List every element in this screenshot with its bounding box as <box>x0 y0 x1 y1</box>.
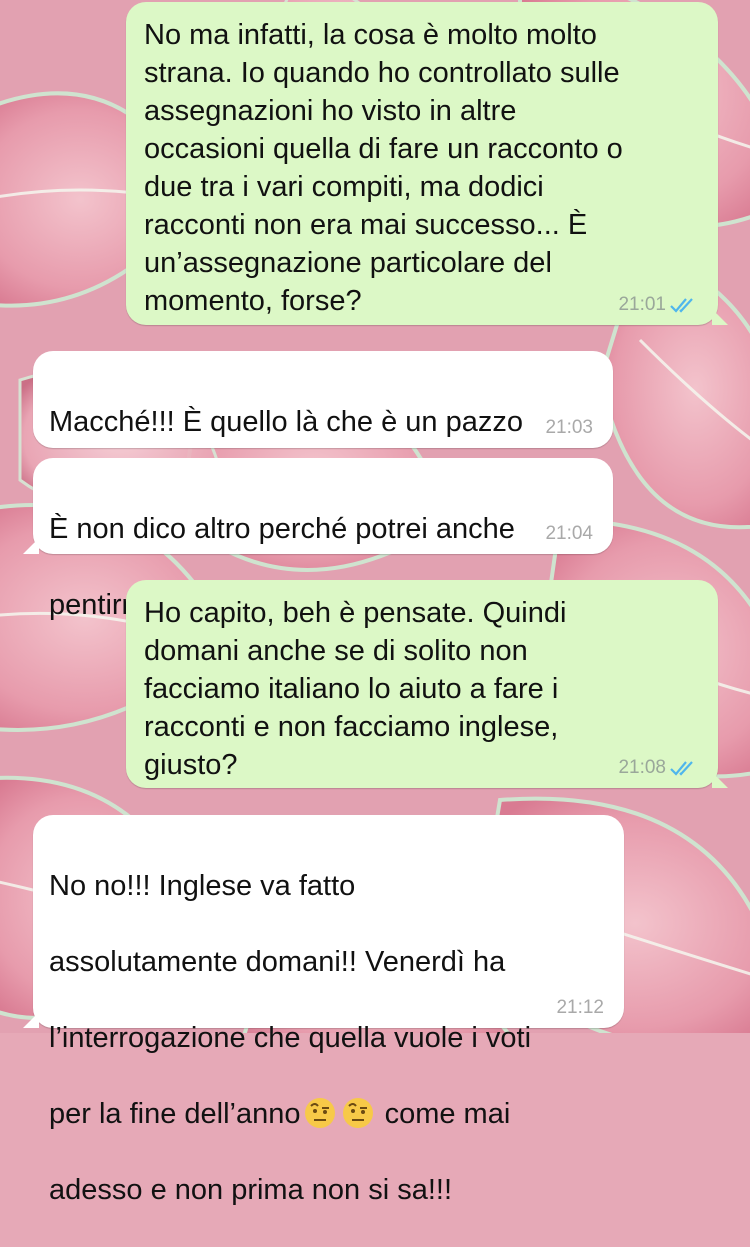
message-time: 21:03 <box>545 417 593 438</box>
raised-eyebrow-emoji-icon <box>342 1097 374 1129</box>
message-outgoing[interactable]: No ma infatti, la cosa è molto molto str… <box>126 2 728 325</box>
bubble-tail <box>712 309 728 325</box>
message-text: Ho capito, beh è pensate. Quindi domani … <box>144 597 567 781</box>
message-outgoing[interactable]: Ho capito, beh è pensate. Quindi domani … <box>126 580 728 788</box>
message-text-line: l’interrogazione che quella vuole i voti <box>49 1022 532 1054</box>
message-incoming[interactable]: Macché!!! È quello là che è un pazzo sca… <box>33 351 613 514</box>
bubble-tail <box>23 1012 39 1028</box>
read-ticks-icon <box>670 760 698 776</box>
message-text: No ma infatti, la cosa è molto molto str… <box>144 19 623 317</box>
message-text-line: adesso e non prima non si sa!!! <box>49 1174 453 1206</box>
message-meta: 21:03 <box>545 418 593 438</box>
message-text-line: No no!!! Inglese va fatto <box>49 870 356 902</box>
message-meta: 21:08 <box>618 758 698 778</box>
message-time: 21:01 <box>618 294 666 315</box>
message-time: 21:04 <box>545 523 593 544</box>
message-meta: 21:01 <box>618 295 698 315</box>
message-text-line: Macché!!! È quello là che è un pazzo <box>49 406 523 438</box>
read-ticks-icon <box>670 297 698 313</box>
bubble-tail <box>23 538 39 554</box>
message-text-segment: come mai <box>384 1098 511 1130</box>
message-text-line: assolutamente domani!! Venerdì ha <box>49 946 506 978</box>
message-text-line: per la fine dell’anno come mai <box>49 1095 606 1133</box>
message-time: 21:12 <box>556 997 604 1018</box>
message-incoming[interactable]: È non dico altro perché potrei anche pen… <box>23 458 613 621</box>
message-text-segment: per la fine dell’anno <box>49 1098 301 1130</box>
message-time: 21:08 <box>618 757 666 778</box>
message-text: No no!!! Inglese va fatto assolutamente … <box>49 829 606 1247</box>
bubble-tail <box>712 772 728 788</box>
message-incoming[interactable]: No no!!! Inglese va fatto assolutamente … <box>23 815 624 1206</box>
message-meta: 21:12 <box>556 998 604 1018</box>
message-text-line: È non dico altro perché potrei anche <box>49 513 515 545</box>
raised-eyebrow-emoji-icon <box>304 1097 336 1129</box>
message-meta: 21:04 <box>545 524 593 544</box>
